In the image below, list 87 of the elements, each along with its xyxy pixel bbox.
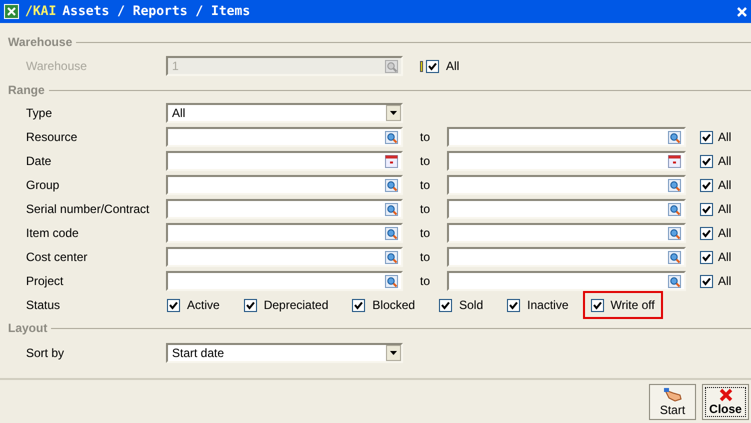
- input-field[interactable]: [447, 175, 686, 195]
- marker-icon: [420, 60, 423, 72]
- input-field[interactable]: [447, 127, 686, 147]
- checkbox-label: All: [718, 153, 732, 170]
- search-icon[interactable]: [385, 178, 398, 192]
- checkbox-label: All: [718, 129, 732, 146]
- dropdown[interactable]: All: [166, 103, 403, 123]
- checkbox-label: Active: [187, 297, 220, 314]
- field-label: Cost center: [26, 249, 88, 266]
- field-label: Resource: [26, 129, 78, 146]
- search-icon[interactable]: [668, 130, 681, 144]
- field-label: Sort by: [26, 345, 66, 362]
- checkbox[interactable]: [507, 298, 520, 312]
- to-label: to: [418, 249, 431, 266]
- field-label: Type: [26, 105, 54, 122]
- close-button[interactable]: Close: [702, 384, 749, 420]
- input-field[interactable]: [166, 199, 403, 219]
- input-field[interactable]: [447, 271, 686, 291]
- checkbox-label: All: [718, 201, 732, 218]
- section-heading: Range: [8, 82, 45, 99]
- input-field[interactable]: [166, 127, 403, 147]
- checkbox-label: All: [718, 273, 732, 290]
- input-field[interactable]: [447, 199, 686, 219]
- checkbox[interactable]: [167, 298, 180, 312]
- start-button[interactable]: Start: [649, 384, 696, 420]
- checkbox-label: Write off: [610, 297, 655, 314]
- close-icon: [718, 388, 732, 402]
- section-heading: Warehouse: [8, 34, 72, 51]
- checkbox[interactable]: [700, 154, 713, 168]
- input-field[interactable]: [166, 271, 403, 291]
- spreadsheet-icon: [4, 4, 19, 19]
- input-field[interactable]: [166, 175, 403, 195]
- to-label: to: [418, 225, 431, 242]
- checkbox-label: All: [718, 249, 732, 266]
- checkbox[interactable]: [439, 298, 452, 312]
- checkbox-label: All: [718, 225, 732, 242]
- calendar-icon[interactable]: [385, 154, 398, 168]
- search-icon[interactable]: [385, 202, 398, 216]
- field-label: Item code: [26, 225, 80, 242]
- search-icon[interactable]: [668, 226, 681, 240]
- field-label: Status: [26, 297, 62, 314]
- checkbox[interactable]: [700, 178, 713, 192]
- checkbox[interactable]: [700, 130, 713, 144]
- checkbox-label: Depreciated: [264, 297, 328, 314]
- input-field[interactable]: [447, 247, 686, 267]
- close-icon[interactable]: [737, 6, 747, 16]
- input-field[interactable]: [166, 247, 403, 267]
- window-title: Assets / Reports / Items: [62, 2, 252, 21]
- search-icon[interactable]: [668, 178, 681, 192]
- dropdown[interactable]: Start date: [166, 343, 403, 363]
- checkbox[interactable]: [244, 298, 257, 312]
- checkbox-label: All: [446, 58, 460, 75]
- field-label: Group: [26, 177, 60, 194]
- checkbox[interactable]: [700, 274, 713, 288]
- checkbox-label: Sold: [459, 297, 484, 314]
- to-label: to: [418, 201, 431, 218]
- checkbox[interactable]: [700, 250, 713, 264]
- search-icon[interactable]: [385, 130, 398, 144]
- field-label: Warehouse: [26, 58, 88, 75]
- checkbox-label: Blocked: [372, 297, 416, 314]
- checkbox-label: Inactive: [527, 297, 568, 314]
- search-icon[interactable]: [668, 274, 681, 288]
- to-label: to: [418, 153, 431, 170]
- checkbox[interactable]: [590, 298, 604, 312]
- checkbox[interactable]: [352, 298, 366, 312]
- field-label: Date: [26, 153, 52, 170]
- search-icon[interactable]: [385, 274, 398, 288]
- checkbox[interactable]: [700, 226, 713, 240]
- input-field[interactable]: [166, 151, 403, 171]
- to-label: to: [418, 129, 431, 146]
- search-icon[interactable]: [385, 250, 398, 264]
- to-label: to: [418, 177, 431, 194]
- field-label: Project: [26, 273, 64, 290]
- input-field[interactable]: [447, 151, 686, 171]
- search-icon[interactable]: [668, 250, 681, 264]
- calendar-icon[interactable]: [668, 154, 681, 168]
- section-heading: Layout: [8, 320, 48, 337]
- checkbox-label: All: [718, 177, 732, 194]
- search-icon[interactable]: [385, 226, 398, 240]
- input-field[interactable]: [447, 223, 686, 243]
- to-label: to: [418, 273, 431, 290]
- checkbox[interactable]: [700, 202, 713, 216]
- field-label: Serial number/Contract: [26, 201, 150, 218]
- pointing-hand-icon: [662, 387, 682, 403]
- search-icon[interactable]: [668, 202, 681, 216]
- input-field[interactable]: [166, 223, 403, 243]
- window-prefix: /KAI: [25, 2, 56, 21]
